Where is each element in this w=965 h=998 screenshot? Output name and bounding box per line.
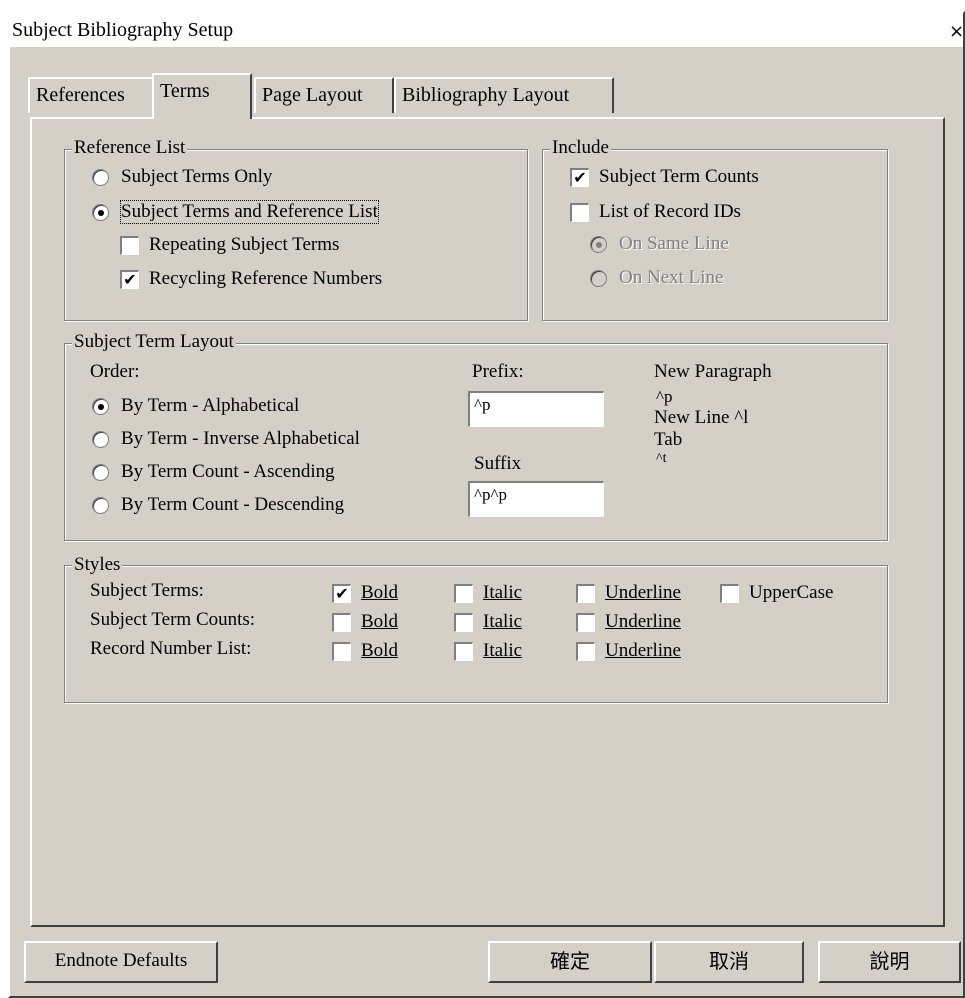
checkmark-icon: ✔ [120,269,139,289]
checkmark-icon: ✔ [332,583,351,603]
checkbox-subject-term-counts[interactable]: ✔ Subject Term Counts [570,164,759,190]
radio-next-line-label: On Next Line [619,267,724,288]
reference-list-legend: Reference List [72,137,188,159]
checkbox-term-counts-underline[interactable]: Underline [576,609,681,635]
suffix-label: Suffix [474,453,522,474]
radio-button [92,168,109,186]
uppercase-label: UpperCase [749,582,834,603]
checkbox-recycling-label: Recycling Reference Numbers [149,268,383,289]
prefix-input[interactable]: ^p [468,391,604,427]
radio-by-term-alphabetical[interactable]: By Term - Alphabetical [92,393,299,419]
style-row-label-subject-terms: Subject Terms: [90,580,204,601]
checkbox-record-number-bold[interactable]: Bold [332,638,398,664]
checkbox-record-number-underline[interactable]: Underline [576,638,681,664]
hint-tab: Tab [654,429,683,450]
radio-by-term-count-descending[interactable]: By Term Count - Descending [92,492,344,518]
help-button[interactable]: 說明 [818,941,961,983]
checkbox [454,612,473,632]
radio-alpha-label: By Term - Alphabetical [121,395,300,416]
radio-button [92,397,109,415]
italic-label: Italic [483,582,523,603]
subject-term-layout-legend: Subject Term Layout [72,331,236,353]
checkbox-record-ids-label: List of Record IDs [599,201,741,222]
checkbox [576,583,595,603]
radio-button [92,203,109,221]
radio-asc-label: By Term Count - Ascending [121,461,335,482]
tab-references[interactable]: References [28,77,154,113]
radio-terms-and-list-label: Subject Terms and Reference List [120,200,379,224]
window-title: Subject Bibliography Setup [12,19,234,41]
suffix-input[interactable]: ^p^p [468,481,604,517]
radio-button [92,463,109,481]
checkbox-list-of-record-ids[interactable]: List of Record IDs [570,199,741,225]
endnote-defaults-button[interactable]: Endnote Defaults [24,941,218,983]
checkbox-subject-terms-italic[interactable]: Italic [454,580,522,606]
checkbox [570,202,589,222]
hint-new-paragraph: New Paragraph [654,361,772,382]
radio-by-term-count-ascending[interactable]: By Term Count - Ascending [92,459,335,485]
underline-label: Underline [605,640,681,661]
checkbox [332,612,351,632]
radio-button [590,235,607,253]
hint-new-line: New Line ^l [654,407,749,428]
underline-label: Underline [605,611,681,632]
checkbox [332,641,351,661]
checkbox-term-counts-italic[interactable]: Italic [454,609,522,635]
checkbox [720,583,739,603]
checkbox [576,612,595,632]
radio-same-line-label: On Same Line [619,233,729,254]
checkbox-recycling-reference-numbers[interactable]: ✔ Recycling Reference Numbers [120,266,382,292]
title-bar[interactable]: Subject Bibliography Setup × [10,13,964,47]
checkbox-subject-terms-uppercase[interactable]: UpperCase [720,580,833,606]
radio-inverse-label: By Term - Inverse Alphabetical [121,428,360,449]
order-label: Order: [90,361,140,382]
style-row-label-term-counts: Subject Term Counts: [90,609,256,630]
tab-page-layout[interactable]: Page Layout [254,77,394,113]
checkbox-term-counts-label: Subject Term Counts [599,166,759,187]
bold-label: Bold [361,640,398,661]
subject-bibliography-setup-dialog: Subject Bibliography Setup × References … [8,11,965,998]
style-row-label-record-number: Record Number List: [90,638,252,659]
radio-button [92,430,109,448]
radio-subject-terms-only[interactable]: Subject Terms Only [92,164,272,190]
radio-by-term-inverse-alphabetical[interactable]: By Term - Inverse Alphabetical [92,426,360,452]
checkmark-icon: ✔ [570,167,589,187]
radio-button [590,269,607,287]
underline-label: Underline [605,582,681,603]
tab-terms-label: Terms [160,80,210,102]
radio-subject-terms-only-label: Subject Terms Only [121,166,273,187]
italic-label: Italic [483,611,523,632]
checkbox-term-counts-bold[interactable]: Bold [332,609,398,635]
checkbox-subject-terms-underline[interactable]: Underline [576,580,681,606]
tab-bibliography-layout[interactable]: Bibliography Layout [394,77,614,113]
radio-button [92,496,109,514]
ok-button[interactable]: 確定 [488,941,652,983]
checkbox-record-number-italic[interactable]: Italic [454,638,522,664]
tab-page-layout-label: Page Layout [262,84,363,106]
checkbox [454,641,473,661]
italic-label: Italic [483,640,523,661]
styles-legend: Styles [72,554,123,576]
tab-bibliography-layout-label: Bibliography Layout [402,84,570,106]
bold-label: Bold [361,582,398,603]
checkbox-subject-terms-bold[interactable]: ✔ Bold [332,580,398,606]
hint-new-paragraph-code: ^p [656,387,673,406]
radio-on-next-line[interactable]: On Next Line [590,265,723,291]
checkbox [120,235,139,255]
checkbox-repeating-label: Repeating Subject Terms [149,234,340,255]
checkbox [576,641,595,661]
tab-terms[interactable]: Terms [152,73,252,119]
close-icon[interactable]: × [949,23,964,41]
checkbox-repeating-subject-terms[interactable]: Repeating Subject Terms [120,232,339,258]
radio-subject-terms-and-reference-list[interactable]: Subject Terms and Reference List [92,199,379,225]
hint-tab-code: ^t [656,451,667,466]
cancel-button[interactable]: 取消 [654,941,804,983]
radio-desc-label: By Term Count - Descending [121,494,345,515]
include-legend: Include [550,137,611,159]
tab-references-label: References [36,84,125,106]
radio-on-same-line[interactable]: On Same Line [590,231,729,257]
prefix-label: Prefix: [472,361,524,382]
bold-label: Bold [361,611,398,632]
checkbox [454,583,473,603]
